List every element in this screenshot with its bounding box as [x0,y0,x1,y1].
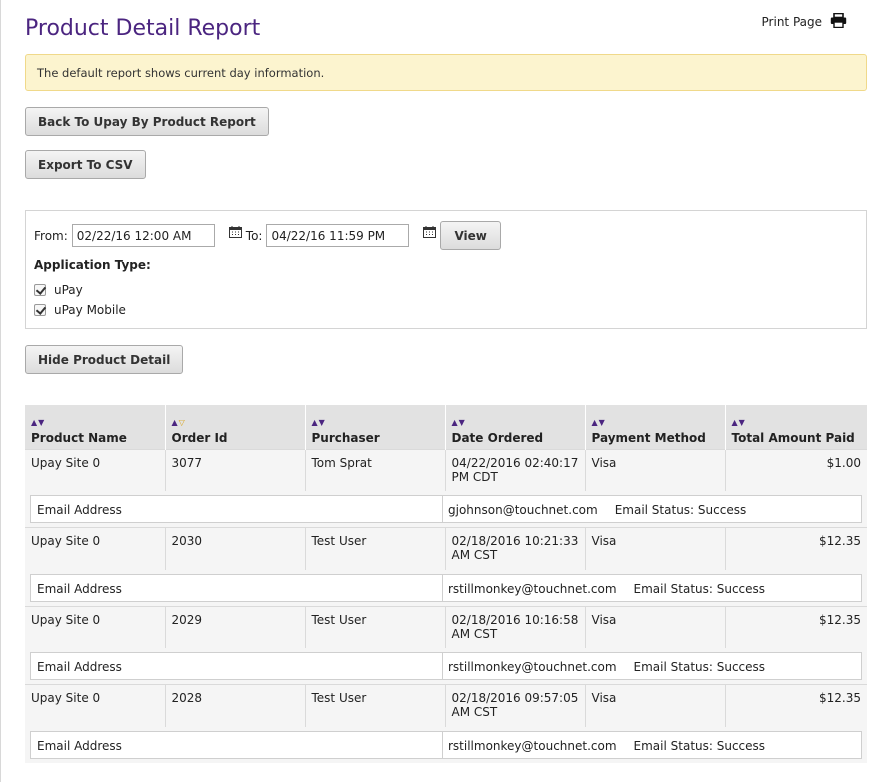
email-address-label: Email Address [31,496,443,522]
cell-order-id: 2028 [164,684,305,727]
table-row: Upay Site 0 3077 Tom Sprat 04/22/2016 02… [25,448,867,491]
upay-checkbox[interactable] [34,284,46,296]
email-detail: Email Address rstillmonkey@touchnet.com … [30,573,862,602]
calendar-icon[interactable] [423,225,437,240]
cell-order-id: 3077 [164,448,305,491]
cell-order-id: 2029 [164,605,305,648]
cell-amount: $12.35 [724,684,867,727]
to-label: To: [245,228,263,243]
cell-date: 02/18/2016 10:21:33 AM CST [444,527,585,570]
table-row: Upay Site 0 2030 Test User 02/18/2016 10… [25,527,867,570]
email-address-value: rstillmonkey@touchnet.com [448,581,617,596]
sort-arrows-icon[interactable]: ▲▼ [732,418,862,428]
email-detail: Email Address rstillmonkey@touchnet.com … [30,652,862,680]
cell-date: 04/22/2016 02:40:17 PM CDT [444,448,585,491]
email-address-value: rstillmonkey@touchnet.com [448,738,617,753]
cell-amount: $12.35 [724,527,867,570]
column-header-date-ordered[interactable]: ▲▼ Date Ordered [444,405,585,449]
cell-amount: $12.35 [724,605,867,648]
page: Product Detail Report Print Page The def… [0,0,869,782]
view-button[interactable]: View [440,221,501,250]
cell-method: Visa [584,605,725,648]
sort-arrows-icon[interactable]: ▲▼ [312,418,439,428]
from-date-input[interactable] [71,224,215,247]
option-upay-mobile[interactable]: uPay Mobile [34,303,126,317]
sort-arrows-icon[interactable]: ▲▼ [452,418,579,428]
cell-amount: $1.00 [724,448,867,491]
calendar-icon[interactable] [228,225,243,240]
to-date-input[interactable] [266,224,410,247]
option-upay[interactable]: uPay [34,283,83,297]
column-header-order-id[interactable]: ▲▽ Order Id [164,405,305,449]
email-status: Email Status: Success [633,660,766,674]
email-address-value: rstillmonkey@touchnet.com [448,660,617,674]
column-header-product-name[interactable]: ▲▼ Product Name [25,405,165,449]
print-page-label[interactable]: Print Page [762,15,822,29]
sort-arrows-icon[interactable]: ▲▼ [31,418,159,428]
email-status: Email Status: Success [633,738,766,753]
cell-method: Visa [584,448,725,491]
cell-purchaser: Test User [304,684,445,727]
report-table: ▲▼ Product Name ▲▽ Order Id ▲▼ Purchaser ▲▼… [25,405,867,763]
sort-arrows-icon[interactable]: ▲▼ [592,418,719,428]
page-title: Product Detail Report [25,16,261,41]
column-header-total-amount[interactable]: ▲▼ Total Amount Paid [724,405,867,449]
cell-product: Upay Site 0 [25,605,165,648]
upay-mobile-checkbox[interactable] [34,304,46,316]
email-address-label: Email Address [31,574,443,601]
cell-order-id: 2030 [164,527,305,570]
email-detail-row: Email Address gjohnson@touchnet.com Emai… [25,491,867,528]
cell-date: 02/18/2016 10:16:58 AM CST [444,605,585,648]
cell-product: Upay Site 0 [25,448,165,491]
info-notice: The default report shows current day inf… [25,54,867,91]
email-status: Email Status: Success [614,503,747,517]
date-range-row: From: To: View [34,221,501,250]
email-detail: Email Address gjohnson@touchnet.com Emai… [30,495,862,523]
table-row: Upay Site 0 2029 Test User 02/18/2016 10… [25,605,867,648]
cell-method: Visa [584,684,725,727]
cell-product: Upay Site 0 [25,527,165,570]
hide-product-detail-button[interactable]: Hide Product Detail [25,345,184,374]
email-address-label: Email Address [31,731,443,758]
table-row: Upay Site 0 2028 Test User 02/18/2016 09… [25,684,867,727]
from-label: From: [34,228,68,243]
application-type-label: Application Type: [34,258,151,272]
upay-label: uPay [54,283,83,297]
cell-purchaser: Test User [304,527,445,570]
cell-purchaser: Test User [304,605,445,648]
email-detail-row: Email Address rstillmonkey@touchnet.com … [25,569,867,606]
email-detail: Email Address rstillmonkey@touchnet.com … [30,730,862,759]
cell-purchaser: Tom Sprat [304,448,445,491]
cell-method: Visa [584,527,725,570]
table-header-row: ▲▼ Product Name ▲▽ Order Id ▲▼ Purchaser ▲▼… [25,405,867,449]
email-address-value: gjohnson@touchnet.com [448,503,598,517]
back-to-report-button[interactable]: Back To Upay By Product Report [25,107,269,136]
export-csv-button[interactable]: Export To CSV [25,150,146,179]
print-page-link[interactable]: Print Page [762,12,847,31]
printer-icon[interactable] [830,12,847,31]
email-status: Email Status: Success [633,581,766,596]
filter-panel: From: To: View Application Type: uPay uP… [25,210,867,329]
email-detail-row: Email Address rstillmonkey@touchnet.com … [25,726,867,763]
upay-mobile-label: uPay Mobile [54,303,126,317]
column-header-purchaser[interactable]: ▲▼ Purchaser [304,405,445,449]
email-detail-row: Email Address rstillmonkey@touchnet.com … [25,648,867,685]
email-address-label: Email Address [31,653,443,679]
cell-date: 02/18/2016 09:57:05 AM CST [444,684,585,727]
column-header-payment-method[interactable]: ▲▼ Payment Method [584,405,725,449]
sort-arrows-icon[interactable]: ▲▽ [172,418,299,428]
cell-product: Upay Site 0 [25,684,165,727]
